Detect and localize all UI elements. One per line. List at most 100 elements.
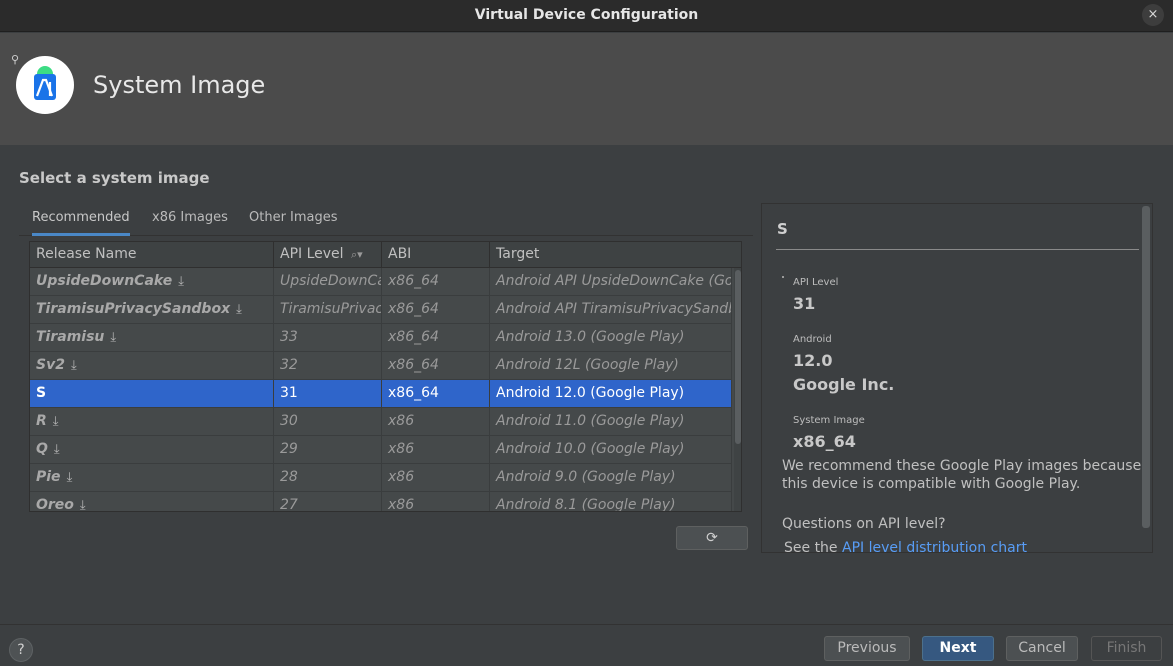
- api-level-cell: TiramisuPrivacySandbox: [274, 296, 382, 324]
- release-name-cell: R ⤓: [30, 408, 274, 436]
- release-name-cell: Sv2 ⤓: [30, 352, 274, 380]
- release-name-cell: S: [30, 380, 274, 408]
- table-row[interactable]: Sv2 ⤓ 32 x86_64 Android 12L (Google Play): [30, 352, 732, 380]
- abi-cell: x86: [382, 408, 490, 436]
- target-cell: Android API TiramisuPrivacySandbox (Goog…: [490, 296, 732, 324]
- abi-cell-text: x86_64: [388, 273, 439, 289]
- table-row[interactable]: Oreo ⤓ 27 x86 Android 8.1 (Google Play): [30, 492, 732, 512]
- refresh-icon: ⟳: [706, 530, 718, 546]
- column-header-target[interactable]: Target: [490, 242, 741, 268]
- refresh-button[interactable]: ⟳: [676, 526, 748, 550]
- abi-cell: x86_64: [382, 380, 490, 408]
- download-icon[interactable]: ⤓: [110, 324, 116, 351]
- wizard-header: ⚲ System Image: [0, 33, 1173, 145]
- abi-cell-text: x86: [388, 413, 415, 429]
- api-level-cell: 31: [274, 380, 382, 408]
- table-row[interactable]: Q ⤓ 29 x86 Android 10.0 (Google Play): [30, 436, 732, 464]
- tab-x86-images[interactable]: x86 Images: [152, 210, 228, 236]
- release-name-cell-text: S: [36, 385, 47, 401]
- release-name-cell-text: Tiramisu: [36, 329, 105, 345]
- column-header-release-name[interactable]: Release Name: [30, 242, 274, 268]
- window-title: Virtual Device Configuration: [474, 7, 699, 23]
- download-icon[interactable]: ⤓: [67, 464, 73, 491]
- target-cell: Android API UpsideDownCake (Google Play): [490, 268, 732, 296]
- abi-cell: x86: [382, 492, 490, 511]
- api-level-cell-text: 30: [280, 413, 298, 429]
- image-tabs: Recommended x86 Images Other Images: [19, 206, 753, 236]
- release-name-cell-text: Sv2: [36, 357, 65, 373]
- title-bar: Virtual Device Configuration ×: [0, 0, 1173, 32]
- previous-button[interactable]: Previous: [824, 636, 910, 661]
- release-name-cell: Pie ⤓: [30, 464, 274, 492]
- tab-other-images[interactable]: Other Images: [249, 210, 338, 236]
- detail-scrollbar[interactable]: [1142, 206, 1150, 528]
- target-cell-text: Android 13.0 (Google Play): [496, 329, 685, 345]
- api-level-cell: 32: [274, 352, 382, 380]
- see-prefix: See the: [784, 540, 842, 553]
- api-level-cell-text: UpsideDownCake: [280, 273, 381, 289]
- questions-text: Questions on API level?: [782, 516, 946, 532]
- target-cell-text: Android API TiramisuPrivacySandbox (Goog…: [496, 301, 731, 317]
- finish-button[interactable]: Finish: [1091, 636, 1162, 661]
- abi-cell-text: x86_64: [388, 385, 439, 401]
- table-scrollbar[interactable]: [734, 268, 741, 511]
- android-version-value: 12.0: [793, 351, 833, 370]
- target-cell-text: Android API UpsideDownCake (Google Play): [496, 273, 732, 289]
- target-cell: Android 13.0 (Google Play): [490, 324, 732, 352]
- column-header-api-level[interactable]: API Level ⌕▾: [274, 242, 382, 268]
- cancel-button[interactable]: Cancel: [1006, 636, 1078, 661]
- table-row[interactable]: UpsideDownCake ⤓ UpsideDownCake x86_64 Andro…: [30, 268, 732, 296]
- section-title: Select a system image: [19, 169, 210, 187]
- close-icon[interactable]: ×: [1142, 4, 1164, 26]
- api-level-cell-text: 28: [280, 469, 298, 485]
- table-row[interactable]: Tiramisu ⤓ 33 x86_64 Android 13.0 (Google Pl…: [30, 324, 732, 352]
- next-button[interactable]: Next: [922, 636, 994, 661]
- api-level-cell: 33: [274, 324, 382, 352]
- download-icon[interactable]: ⤓: [71, 352, 77, 379]
- table-row[interactable]: R ⤓ 30 x86 Android 11.0 (Google Play): [30, 408, 732, 436]
- target-cell: Android 12.0 (Google Play): [490, 380, 732, 408]
- abi-cell: x86_64: [382, 352, 490, 380]
- release-name-cell-text: Oreo: [36, 497, 74, 512]
- android-label: Android: [793, 334, 832, 345]
- download-icon[interactable]: ⤓: [53, 408, 59, 435]
- tab-recommended[interactable]: Recommended: [32, 210, 130, 236]
- target-cell-text: Android 8.1 (Google Play): [496, 497, 676, 512]
- download-icon[interactable]: ⤓: [54, 436, 60, 463]
- table-row[interactable]: S 31 x86_64 Android 12.0 (Google Play): [30, 380, 732, 408]
- vendor-value: Google Inc.: [793, 375, 895, 394]
- api-level-cell: UpsideDownCake: [274, 268, 382, 296]
- abi-cell: x86: [382, 436, 490, 464]
- download-icon[interactable]: ⤓: [178, 268, 184, 295]
- abi-cell: x86: [382, 464, 490, 492]
- scrollbar-thumb[interactable]: [735, 270, 741, 444]
- help-icon[interactable]: ?: [9, 638, 33, 662]
- bullet-dot: [782, 276, 784, 278]
- download-icon[interactable]: ⤓: [236, 296, 242, 323]
- target-cell: Android 10.0 (Google Play): [490, 436, 732, 464]
- see-chart-text: See the API level distribution chart: [784, 539, 1144, 553]
- table-row[interactable]: TiramisuPrivacySandbox⤓TiramisuPrivacySa…: [30, 296, 732, 324]
- api-level-cell-text: 33: [280, 329, 298, 345]
- target-cell: Android 8.1 (Google Play): [490, 492, 732, 512]
- detail-panel: S API Level 31 Android 12.0 Google Inc. …: [761, 203, 1153, 553]
- system-image-table: Release Name API Level ⌕▾ ABI Target Ups…: [29, 241, 742, 512]
- release-name-cell-text: Pie: [36, 469, 61, 485]
- table-header: Release Name API Level ⌕▾ ABI Target: [30, 242, 741, 268]
- release-name-cell-text: Q: [36, 441, 48, 457]
- abi-cell-text: x86_64: [388, 329, 439, 345]
- api-level-cell: 27: [274, 492, 382, 511]
- sort-search-icon[interactable]: ⌕▾: [351, 248, 363, 261]
- api-level-header-label: API Level: [280, 246, 344, 262]
- download-icon[interactable]: ⤓: [80, 492, 86, 511]
- android-studio-logo-icon: [16, 56, 74, 114]
- table-row[interactable]: Pie ⤓ 28 x86 Android 9.0 (Google Play): [30, 464, 732, 492]
- target-cell: Android 9.0 (Google Play): [490, 464, 732, 492]
- target-cell: Android 12L (Google Play): [490, 352, 732, 380]
- api-level-cell-text: TiramisuPrivacySandbox: [280, 301, 381, 317]
- api-distribution-link[interactable]: API level distribution chart: [842, 540, 1027, 552]
- column-header-abi[interactable]: ABI: [382, 242, 490, 268]
- abi-cell-text: x86: [388, 441, 415, 457]
- target-cell-text: Android 10.0 (Google Play): [496, 441, 685, 457]
- abi-cell-text: x86_64: [388, 301, 439, 317]
